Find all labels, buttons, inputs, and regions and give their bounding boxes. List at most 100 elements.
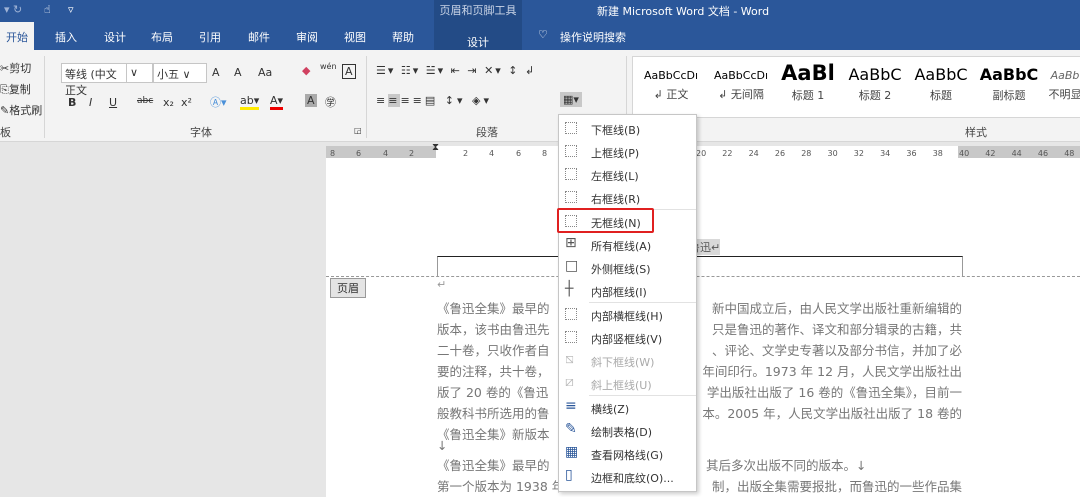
inside-vertical-border-icon <box>565 331 577 343</box>
highlight-box <box>557 208 654 233</box>
strikethrough-button[interactable]: abc <box>137 96 153 106</box>
enclose-characters-icon[interactable]: ㊫ <box>325 94 336 110</box>
borders-button[interactable]: ▦▾ <box>560 92 582 107</box>
style-subtitle[interactable]: AaBbC 副标题 <box>977 65 1041 103</box>
font-name-select[interactable]: 等线 (中文正文 <box>61 63 127 97</box>
ruler-number: 30 <box>827 149 838 158</box>
bold-button[interactable]: B <box>68 96 76 109</box>
ruler-number: 8 <box>542 149 548 158</box>
grow-font-button[interactable]: A <box>212 66 220 79</box>
list-buttons[interactable]: ☰▾ ☷▾ ☱▾ ⇤ ⇥ ✕▾ ↕ ↲ <box>376 64 536 77</box>
character-border-button[interactable]: A <box>342 64 356 79</box>
cut-button[interactable]: ✂剪切 <box>0 60 31 76</box>
body-text-line: 学出版社出版了 16 卷的《鲁迅全集》，目前一 <box>706 385 962 400</box>
font-color-icon[interactable]: A▾ <box>270 94 284 110</box>
font-size-select[interactable]: 小五 ∨ <box>153 63 207 83</box>
menu-item-inside-borders[interactable]: ┼ 内部框线(I) <box>559 279 696 302</box>
menu-item-horizontal-line[interactable]: ≡ 横线(Z) <box>559 396 696 419</box>
tab-design[interactable]: 设计 <box>104 29 126 45</box>
style-label: 标题 1 <box>791 89 825 102</box>
menu-item-label: 斜下框线(W) <box>591 356 655 369</box>
draw-table-icon: ✎ <box>565 421 577 437</box>
tab-review[interactable]: 审阅 <box>296 29 318 45</box>
tab-references[interactable]: 引用 <box>199 29 221 45</box>
redo-icon[interactable]: ▾ ↻ <box>4 3 22 16</box>
style-normal[interactable]: AaBbCcDı ↲ 正文 <box>637 69 705 102</box>
body-text-line: 本。2005 年，人民文学出版社出版了 18 卷的 <box>702 406 962 421</box>
menu-item-label: 横线(Z) <box>591 403 630 416</box>
menu-item-label: 上框线(P) <box>591 147 640 160</box>
menu-item-all-borders[interactable]: ⊞ 所有框线(A) <box>559 233 696 256</box>
body-text-line: 要的注释，共十卷， <box>437 364 550 379</box>
phonetic-guide-button[interactable]: wén <box>320 62 337 71</box>
change-case-button[interactable]: Aa <box>258 66 272 79</box>
menu-item-diagonal-down-border: ⧅ 斜下框线(W) <box>559 349 696 372</box>
divider <box>44 56 45 138</box>
menu-item-label: 内部竖框线(V) <box>591 333 663 346</box>
style-label: 副标题 <box>992 89 1026 102</box>
subscript-button[interactable]: x₂ <box>163 96 174 109</box>
copy-button[interactable]: ⎘复制 <box>0 81 31 97</box>
body-text-line: 其后多次出版不同的版本。↓ <box>706 458 867 473</box>
tab-home[interactable]: 开始 <box>0 22 34 50</box>
menu-item-border-right[interactable]: 右框线(R) <box>559 186 696 209</box>
inside-horizontal-border-icon <box>565 308 577 320</box>
document-page[interactable]: 鲁迅↵ 页眉 ↵ 《鲁迅全集》最早的 新中国成立后，由人民文学出版社重新编辑的 版本… <box>326 158 1080 497</box>
ruler-number: 36 <box>906 149 917 158</box>
menu-item-outside-borders[interactable]: □ 外侧框线(S) <box>559 256 696 279</box>
touch-mode-icon[interactable]: ☝ <box>44 3 51 16</box>
diagonal-up-border-icon: ⧄ <box>565 374 574 390</box>
style-label: ↲ 无间隔 <box>718 88 764 101</box>
font-size-value: 小五 <box>157 68 179 81</box>
tab-header-design[interactable]: 设计 <box>434 34 522 50</box>
menu-item-view-gridlines[interactable]: ▦ 查看网格线(G) <box>559 442 696 465</box>
menu-item-label: 边框和底纹(O)... <box>591 472 674 485</box>
tab-mailings[interactable]: 邮件 <box>248 29 270 45</box>
clear-formatting-icon[interactable]: ◆ <box>302 64 310 77</box>
alignment-buttons[interactable]: ≡≡≡≡▤ ↕▾ ◈▾ <box>376 94 492 107</box>
paragraph-mark: ↵ <box>437 278 447 291</box>
tab-help[interactable]: 帮助 <box>392 29 414 45</box>
menu-item-border-top[interactable]: 上框线(P) <box>559 140 696 163</box>
character-shading-icon[interactable]: A <box>305 94 317 107</box>
text-effects-icon[interactable]: Ⓐ▾ <box>210 94 227 110</box>
borders-shading-icon: ▯ <box>565 467 573 483</box>
header-label-tag: 页眉 <box>330 278 366 298</box>
italic-button[interactable]: I <box>89 96 92 109</box>
tab-insert[interactable]: 插入 <box>55 29 77 45</box>
font-dialog-launcher-icon[interactable]: ◲ <box>354 126 362 135</box>
menu-item-label: 左框线(L) <box>591 170 639 183</box>
style-subtle-emphasis[interactable]: AaBb 不明显 <box>1043 69 1080 102</box>
menu-item-inside-horizontal-border[interactable]: 内部横框线(H) <box>559 303 696 326</box>
body-text-line: 《鲁迅全集》新版本 <box>437 427 550 442</box>
tab-layout[interactable]: 布局 <box>151 29 173 45</box>
body-text-line: 二十卷，只收作者自 <box>437 343 550 358</box>
highlight-color-icon[interactable]: ab▾ <box>240 94 260 110</box>
menu-item-draw-table[interactable]: ✎ 绘制表格(D) <box>559 419 696 442</box>
menu-item-inside-vertical-border[interactable]: 内部竖框线(V) <box>559 326 696 349</box>
style-label: 不明显 <box>1048 88 1080 101</box>
style-heading-2[interactable]: AaBbC 标题 2 <box>843 65 907 103</box>
underline-button[interactable]: U <box>109 96 117 109</box>
menu-item-border-left[interactable]: 左框线(L) <box>559 163 696 186</box>
indent-marker-icon[interactable]: ⧗ <box>432 142 439 153</box>
font-name-dropdown[interactable]: ∨ <box>127 63 153 83</box>
tell-me-search[interactable]: 操作说明搜索 <box>560 29 626 45</box>
tab-view[interactable]: 视图 <box>344 29 366 45</box>
format-painter-button[interactable]: ✎格式刷 <box>0 102 42 118</box>
superscript-button[interactable]: x² <box>181 96 192 109</box>
ruler-number: 28 <box>801 149 812 158</box>
ruler-number: 40 <box>959 149 970 158</box>
style-label: 标题 <box>930 89 952 102</box>
ruler-number: 42 <box>985 149 996 158</box>
style-title[interactable]: AaBbC 标题 <box>909 65 973 103</box>
shrink-font-button[interactable]: A <box>234 66 242 79</box>
style-no-spacing[interactable]: AaBbCcDı ↲ 无间隔 <box>707 69 775 102</box>
menu-item-borders-shading[interactable]: ▯ 边框和底纹(O)... <box>559 465 696 488</box>
customize-qat-icon[interactable]: ▿ <box>68 3 74 16</box>
view-gridlines-icon: ▦ <box>565 444 579 460</box>
style-heading-1[interactable]: AaBl 标题 1 <box>775 61 841 103</box>
border-top-icon <box>565 145 577 157</box>
menu-item-border-bottom[interactable]: 下框线(B) <box>559 117 696 140</box>
ruler-number: 44 <box>1011 149 1022 158</box>
